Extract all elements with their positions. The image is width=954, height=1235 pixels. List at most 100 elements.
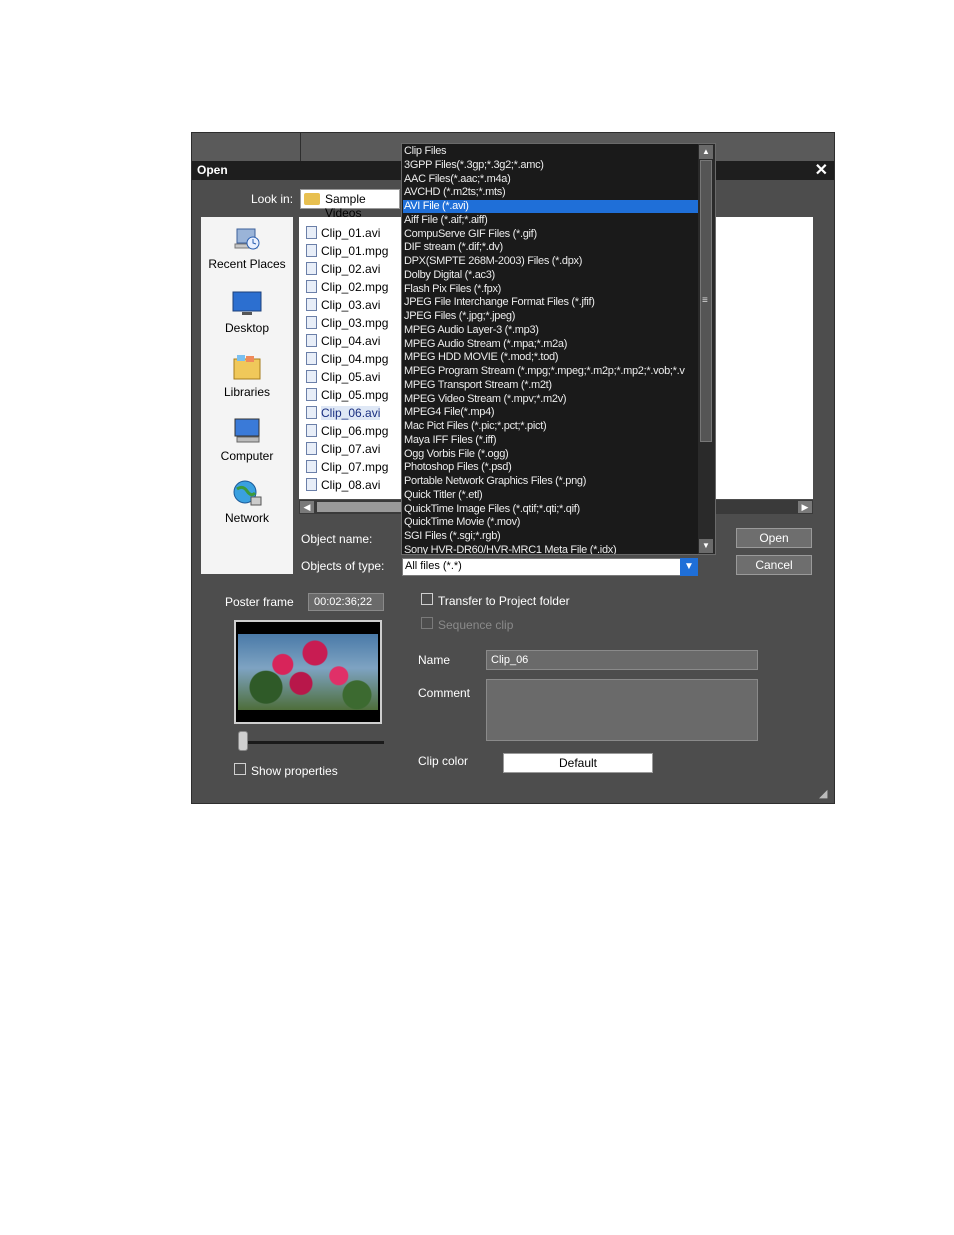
sequence-clip-checkbox bbox=[421, 617, 433, 629]
look-in-select[interactable]: Sample Videos bbox=[300, 189, 400, 220]
place-recent-places[interactable]: Recent Places bbox=[201, 225, 293, 271]
video-file-icon bbox=[306, 460, 317, 473]
sequence-clip-label: Sequence clip bbox=[438, 618, 514, 632]
place-label: Network bbox=[224, 511, 269, 525]
file-item[interactable]: Clip_06.mpg bbox=[306, 423, 388, 441]
clip-color-button[interactable]: Default bbox=[503, 753, 653, 773]
poster-frame-timecode[interactable]: 00:02:36;22 bbox=[308, 593, 384, 611]
file-item-selected[interactable]: Clip_06.avi bbox=[306, 405, 381, 423]
file-type-option[interactable]: SGI Files (*.sgi;*.rgb) bbox=[403, 530, 698, 543]
look-in-label: Look in: bbox=[251, 192, 294, 206]
transfer-to-project-folder-checkbox[interactable] bbox=[421, 593, 433, 605]
scroll-down-icon[interactable]: ▼ bbox=[699, 539, 713, 553]
file-type-dropdown[interactable]: Clip Files 3GPP Files(*.3gp;*.3g2;*.amc) A… bbox=[401, 143, 716, 555]
place-label: Recent Places bbox=[208, 257, 286, 271]
file-type-option-selected[interactable]: AVI File (*.avi) bbox=[403, 200, 698, 213]
file-type-option[interactable]: Maya IFF Files (*.iff) bbox=[403, 434, 698, 447]
scroll-left-icon[interactable]: ◀ bbox=[300, 501, 314, 513]
comment-field[interactable] bbox=[486, 679, 758, 741]
file-type-option[interactable]: MPEG Program Stream (*.mpg;*.mpeg;*.m2p;… bbox=[403, 365, 698, 378]
video-file-icon bbox=[306, 316, 317, 329]
place-computer[interactable]: Computer bbox=[201, 417, 293, 463]
resize-grip-icon[interactable]: ◢ bbox=[819, 788, 831, 800]
file-type-option[interactable]: Mac Pict Files (*.pic;*.pct;*.pict) bbox=[403, 420, 698, 433]
file-item[interactable]: Clip_07.avi bbox=[306, 441, 380, 459]
cancel-button[interactable]: Cancel bbox=[736, 555, 812, 575]
video-file-icon bbox=[306, 370, 317, 383]
close-icon[interactable]: ✕ bbox=[815, 161, 828, 180]
video-file-icon bbox=[306, 478, 317, 491]
file-type-option[interactable]: MPEG4 File(*.mp4) bbox=[403, 406, 698, 419]
file-item[interactable]: Clip_02.avi bbox=[306, 261, 380, 279]
libraries-icon bbox=[233, 355, 261, 380]
video-file-icon bbox=[306, 388, 317, 401]
file-type-option[interactable]: Dolby Digital (*.ac3) bbox=[403, 269, 698, 282]
file-type-option[interactable]: MPEG Audio Stream (*.mpa;*.m2a) bbox=[403, 338, 698, 351]
file-type-option[interactable]: AVCHD (*.m2ts;*.mts) bbox=[403, 186, 698, 199]
file-type-option[interactable]: MPEG Audio Layer-3 (*.mp3) bbox=[403, 324, 698, 337]
file-type-option[interactable]: Quick Titler (*.etl) bbox=[403, 489, 698, 502]
place-desktop[interactable]: Desktop bbox=[201, 289, 293, 335]
dropdown-scrollbar[interactable]: ▲ ≡ ▼ bbox=[698, 144, 715, 554]
chevron-down-icon[interactable]: ▼ bbox=[680, 558, 698, 576]
file-type-option[interactable]: 3GPP Files(*.3gp;*.3g2;*.amc) bbox=[403, 159, 698, 172]
file-type-option[interactable]: MPEG HDD MOVIE (*.mod;*.tod) bbox=[403, 351, 698, 364]
file-type-option[interactable]: DPX(SMPTE 268M-2003) Files (*.dpx) bbox=[403, 255, 698, 268]
place-libraries[interactable]: Libraries bbox=[201, 353, 293, 399]
file-item[interactable]: Clip_03.mpg bbox=[306, 315, 388, 333]
file-type-option[interactable]: Photoshop Files (*.psd) bbox=[403, 461, 698, 474]
scrollbar-thumb[interactable] bbox=[317, 502, 401, 512]
file-type-option[interactable]: Flash Pix Files (*.fpx) bbox=[403, 283, 698, 296]
file-type-option[interactable]: AAC Files(*.aac;*.m4a) bbox=[403, 173, 698, 186]
place-network[interactable]: Network bbox=[201, 479, 293, 525]
video-file-icon bbox=[306, 244, 317, 257]
file-item[interactable]: Clip_04.avi bbox=[306, 333, 380, 351]
file-item[interactable]: Clip_07.mpg bbox=[306, 459, 388, 477]
file-item[interactable]: Clip_04.mpg bbox=[306, 351, 388, 369]
file-item[interactable]: Clip_08.avi bbox=[306, 477, 380, 495]
scroll-right-icon[interactable]: ▶ bbox=[798, 501, 812, 513]
file-type-option[interactable]: MPEG Video Stream (*.mpv;*.m2v) bbox=[403, 393, 698, 406]
open-dialog: Open ✕ Look in: Sample Videos Recent Pla… bbox=[191, 132, 835, 804]
file-item[interactable]: Clip_01.avi bbox=[306, 225, 380, 243]
poster-frame-label: Poster frame bbox=[225, 595, 294, 609]
computer-icon bbox=[234, 418, 260, 443]
file-type-option[interactable]: MPEG Transport Stream (*.m2t) bbox=[403, 379, 698, 392]
show-properties-checkbox[interactable] bbox=[234, 763, 246, 775]
file-item[interactable]: Clip_05.avi bbox=[306, 369, 380, 387]
video-file-icon bbox=[306, 226, 317, 239]
file-item[interactable]: Clip_02.mpg bbox=[306, 279, 388, 297]
file-type-option[interactable]: Aiff File (*.aif;*.aiff) bbox=[403, 214, 698, 227]
file-item[interactable]: Clip_03.avi bbox=[306, 297, 380, 315]
file-type-option[interactable]: Portable Network Graphics Files (*.png) bbox=[403, 475, 698, 488]
file-item[interactable]: Clip_05.mpg bbox=[306, 387, 388, 405]
place-label: Libraries bbox=[223, 385, 271, 399]
file-type-option[interactable]: QuickTime Image Files (*.qtif;*.qti;*.qi… bbox=[403, 503, 698, 516]
poster-frame-slider-thumb[interactable] bbox=[238, 731, 248, 751]
file-item[interactable]: Clip_01.mpg bbox=[306, 243, 388, 261]
place-label: Desktop bbox=[224, 321, 270, 335]
object-name-label: Object name: bbox=[301, 532, 373, 546]
grip-icon: ≡ bbox=[702, 295, 708, 306]
file-type-option[interactable]: JPEG Files (*.jpg;*.jpeg) bbox=[403, 310, 698, 323]
objects-of-type-select[interactable]: All files (*.*) ▼ bbox=[402, 558, 698, 576]
file-type-option[interactable]: Clip Files bbox=[403, 145, 698, 158]
file-type-option[interactable]: QuickTime Movie (*.mov) bbox=[403, 516, 698, 529]
file-type-option[interactable]: Ogg Vorbis File (*.ogg) bbox=[403, 448, 698, 461]
video-file-icon bbox=[306, 406, 317, 419]
objects-of-type-label: Objects of type: bbox=[301, 559, 385, 573]
scroll-up-icon[interactable]: ▲ bbox=[699, 145, 713, 159]
file-type-option[interactable]: CompuServe GIF Files (*.gif) bbox=[403, 228, 698, 241]
name-field[interactable]: Clip_06 bbox=[486, 650, 758, 670]
show-properties-label: Show properties bbox=[251, 764, 338, 778]
open-button[interactable]: Open bbox=[736, 528, 812, 548]
file-type-option[interactable]: DIF stream (*.dif;*.dv) bbox=[403, 241, 698, 254]
comment-label: Comment bbox=[418, 686, 471, 700]
file-type-option[interactable]: Sony HVR-DR60/HVR-MRC1 Meta File (*.idx) bbox=[403, 544, 698, 554]
poster-frame-slider-track[interactable] bbox=[242, 741, 384, 744]
objects-of-type-value: All files (*.*) bbox=[405, 560, 462, 572]
look-in-value: Sample Videos bbox=[325, 192, 366, 220]
file-type-option[interactable]: JPEG File Interchange Format Files (*.jf… bbox=[403, 296, 698, 309]
place-label: Computer bbox=[220, 449, 274, 463]
folder-icon bbox=[304, 193, 320, 205]
